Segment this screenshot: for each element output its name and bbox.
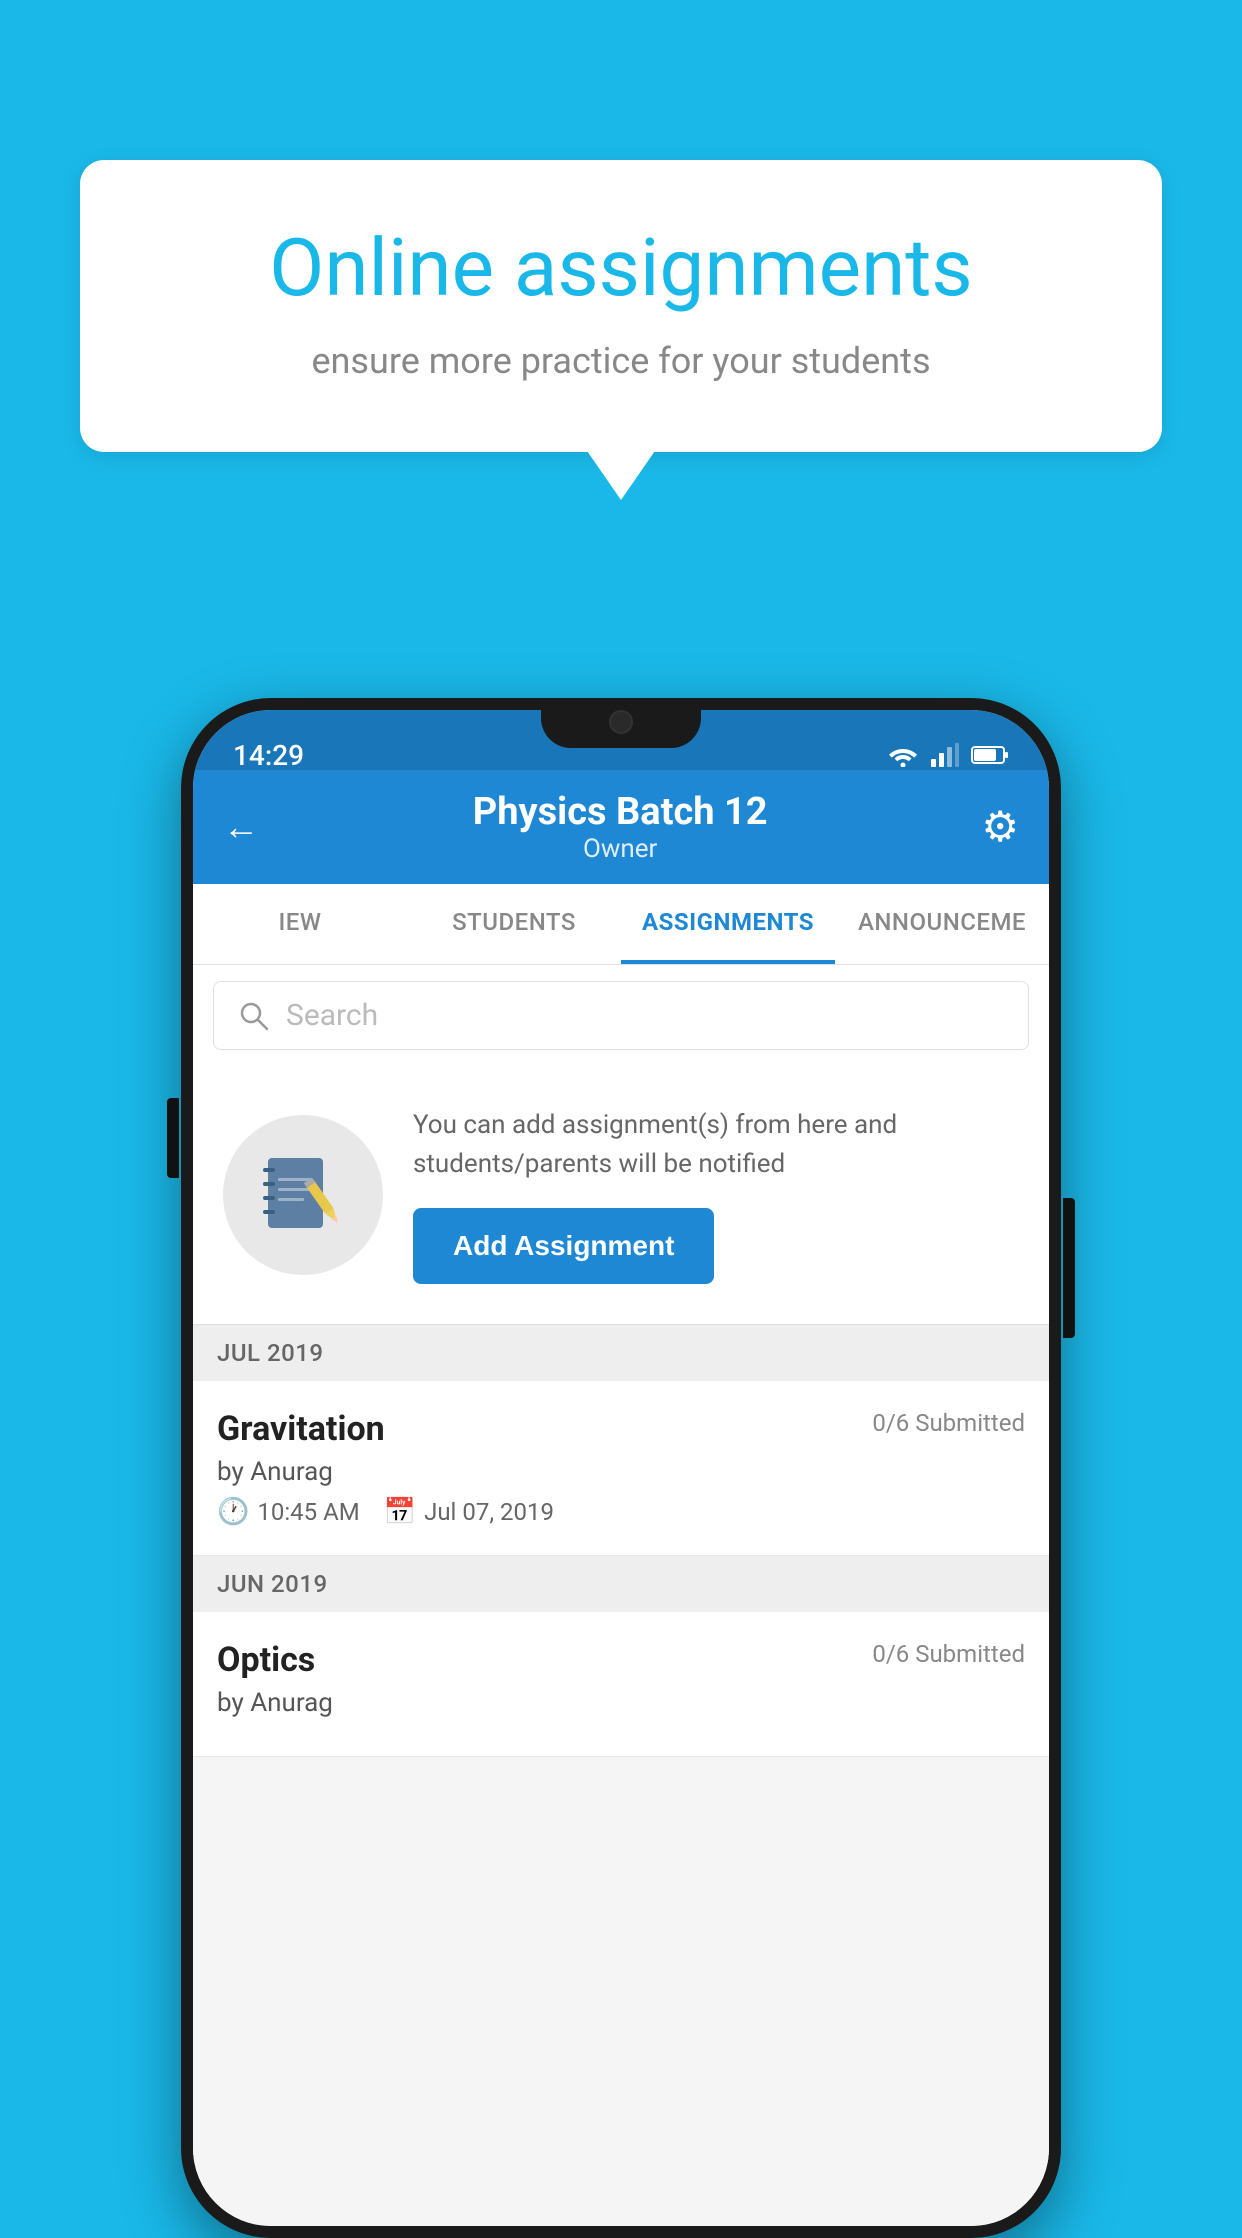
assignment-title: Gravitation [217,1409,385,1449]
assignment-top: Gravitation 0/6 Submitted [217,1409,1025,1449]
add-assignment-button[interactable]: Add Assignment [413,1208,714,1284]
header-center: Physics Batch 12 Owner [473,790,768,864]
tab-students[interactable]: STUDENTS [407,884,621,964]
tab-assignments[interactable]: ASSIGNMENTS [621,884,835,964]
assignment-title: Optics [217,1640,315,1680]
assignment-submitted: 0/6 Submitted [872,1640,1025,1668]
search-bar[interactable]: Search [213,981,1029,1050]
tab-iew[interactable]: IEW [193,884,407,964]
tabs-container: IEW STUDENTS ASSIGNMENTS ANNOUNCEME [193,884,1049,965]
calendar-icon: 📅 [384,1497,416,1527]
phone-frame: 14:29 [181,698,1061,2238]
table-row[interactable]: Optics 0/6 Submitted by Anurag [193,1612,1049,1757]
back-button[interactable]: ← [223,806,259,848]
bubble-subtitle: ensure more practice for your students [160,340,1082,382]
section-jun-2019: JUN 2019 [193,1556,1049,1612]
assignment-by: by Anurag [217,1457,1025,1487]
header-subtitle: Owner [473,834,768,864]
header-title: Physics Batch 12 [473,790,768,834]
assignment-top: Optics 0/6 Submitted [217,1640,1025,1680]
status-time: 14:29 [233,739,304,772]
assignment-meta: 🕐 10:45 AM 📅 Jul 07, 2019 [217,1497,1025,1527]
gear-icon[interactable]: ⚙ [981,802,1019,852]
camera [609,710,633,734]
speech-bubble: Online assignments ensure more practice … [80,160,1162,452]
phone-screen: 14:29 [193,710,1049,2226]
phone-notch [541,698,701,748]
clock-icon: 🕐 [217,1497,249,1527]
search-icon [238,1000,270,1032]
empty-right: You can add assignment(s) from here and … [413,1106,1019,1284]
content-area: Search [193,965,1049,2226]
assignment-submitted: 0/6 Submitted [872,1409,1025,1437]
bubble-title: Online assignments [160,220,1082,316]
tab-announcements[interactable]: ANNOUNCEME [835,884,1049,964]
section-jul-2019: JUL 2019 [193,1325,1049,1381]
empty-state: You can add assignment(s) from here and … [193,1066,1049,1325]
speech-bubble-container: Online assignments ensure more practice … [80,160,1162,452]
signal-icon [931,743,959,767]
empty-description: You can add assignment(s) from here and … [413,1106,1019,1184]
meta-time: 🕐 10:45 AM [217,1497,360,1527]
app-header: ← Physics Batch 12 Owner ⚙ [193,770,1049,884]
wifi-icon [887,743,919,767]
status-icons [887,743,1009,767]
meta-date: 📅 Jul 07, 2019 [384,1497,554,1527]
search-placeholder: Search [286,998,378,1033]
search-container: Search [193,965,1049,1066]
battery-icon [971,745,1009,765]
table-row[interactable]: Gravitation 0/6 Submitted by Anurag 🕐 10… [193,1381,1049,1556]
notebook-icon [258,1150,348,1240]
assignment-by: by Anurag [217,1688,1025,1718]
empty-icon-circle [223,1115,383,1275]
